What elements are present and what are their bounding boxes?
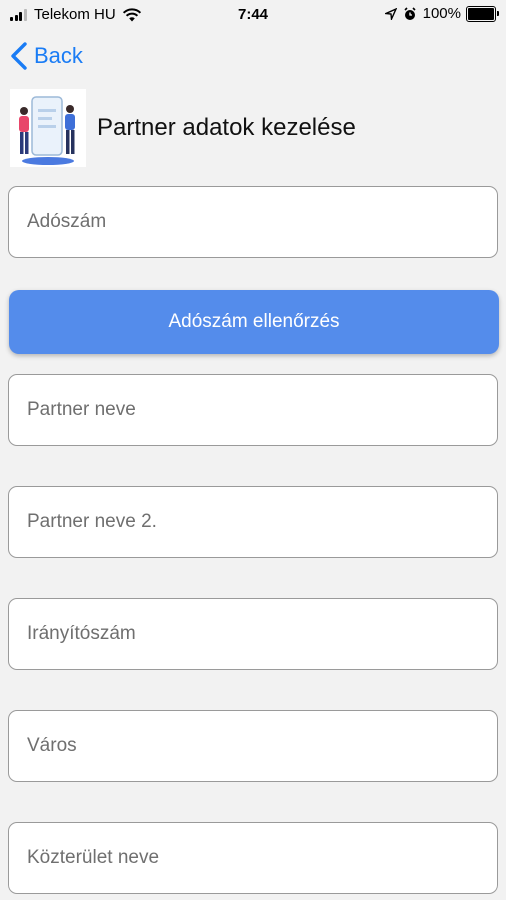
city-field[interactable] — [8, 710, 498, 782]
zip-field[interactable] — [8, 598, 498, 670]
location-arrow-icon — [384, 7, 397, 20]
chevron-left-icon — [11, 42, 27, 70]
page-title: Partner adatok kezelése — [97, 114, 356, 141]
status-bar: Telekom HU 7:44 100% — [0, 0, 506, 30]
partner-name-input[interactable] — [9, 375, 497, 445]
street-name-input[interactable] — [9, 823, 497, 893]
tax-number-field[interactable] — [8, 186, 498, 258]
app-logo — [10, 89, 86, 167]
partner-name2-input[interactable] — [9, 487, 497, 557]
partner-name-field[interactable] — [8, 374, 498, 446]
alarm-icon — [404, 6, 416, 20]
tax-number-input[interactable] — [9, 187, 497, 257]
battery-icon — [466, 5, 499, 22]
tax-number-check-button[interactable]: Adószám ellenőrzés — [9, 290, 499, 354]
partner-name2-field[interactable] — [8, 486, 498, 558]
street-name-field[interactable] — [8, 822, 498, 894]
city-input[interactable] — [9, 711, 497, 781]
zip-input[interactable] — [9, 599, 497, 669]
battery-percent: 100% — [422, 5, 461, 22]
illustration-people-phone-icon — [19, 96, 75, 165]
back-button[interactable]: Back — [10, 42, 83, 70]
page-header: Partner adatok kezelése — [10, 89, 490, 167]
back-label: Back — [34, 43, 83, 68]
navigation-bar: Back — [0, 30, 506, 86]
status-bar-right: 100% — [384, 5, 499, 22]
